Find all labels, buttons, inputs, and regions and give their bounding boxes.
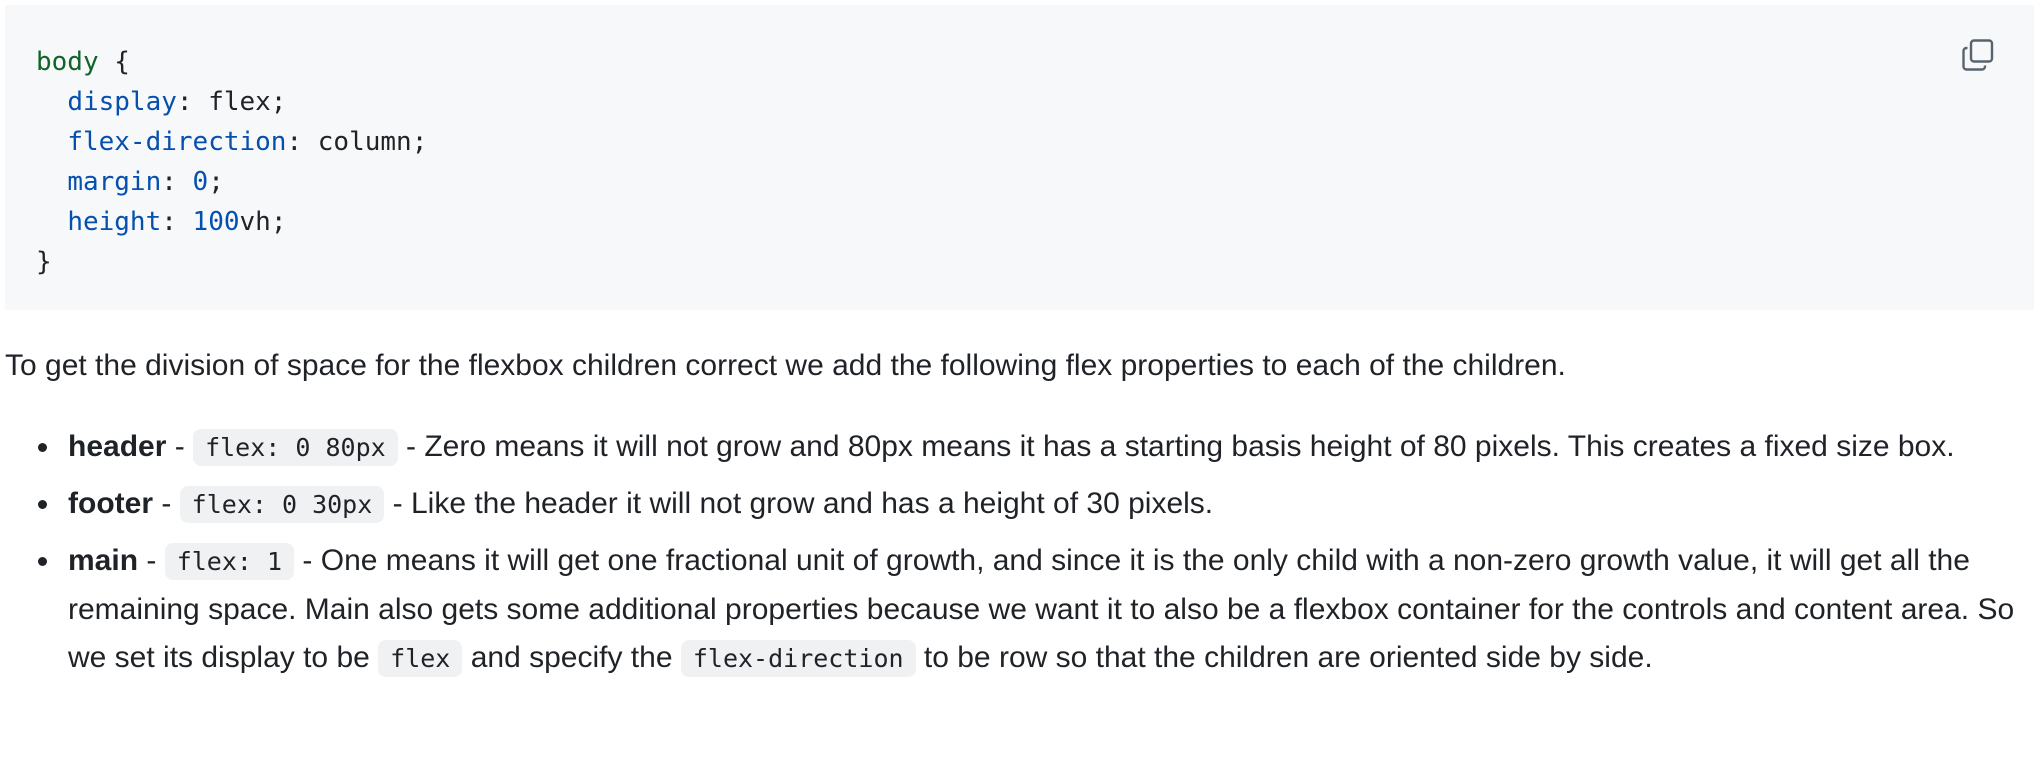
- code-line: margin: 0;: [36, 167, 224, 197]
- separator: -: [153, 487, 180, 520]
- code-token: : flex;: [176, 87, 287, 117]
- code-content: body { display: flex; flex-direction: co…: [36, 42, 427, 282]
- inline-code: flex: 0 30px: [179, 486, 385, 523]
- code-token: display: [67, 87, 177, 117]
- code-token: body: [36, 47, 99, 77]
- item-description: and specify the: [462, 641, 681, 674]
- inline-code: flex: [378, 640, 463, 677]
- code-line: }: [36, 247, 52, 277]
- inline-code: flex: 0 80px: [193, 429, 398, 466]
- code-token: :: [161, 167, 193, 197]
- item-description: to be row so that the children are orien…: [915, 641, 1653, 674]
- code-token: :: [161, 207, 193, 237]
- separator: -: [294, 544, 321, 577]
- code-token: ;: [208, 167, 224, 197]
- item-description: Zero means it will not grow and 80px mea…: [424, 430, 1955, 463]
- inline-code: flex: 1: [164, 543, 295, 580]
- code-token: height: [67, 207, 162, 237]
- code-token: margin: [67, 167, 162, 197]
- code-token: }: [36, 247, 52, 277]
- code-token: 0: [192, 167, 209, 197]
- code-token: vh;: [239, 207, 287, 237]
- code-token: {: [98, 47, 130, 77]
- separator: -: [138, 544, 165, 577]
- code-block: body { display: flex; flex-direction: co…: [5, 5, 2034, 310]
- code-line: body {: [36, 47, 130, 77]
- code-line: flex-direction: column;: [36, 127, 427, 157]
- code-token: 100: [192, 207, 240, 237]
- intro-paragraph: To get the division of space for the fle…: [5, 349, 1566, 382]
- code-line: display: flex;: [36, 87, 286, 117]
- item-description: Like the header it will not grow and has…: [410, 487, 1214, 520]
- list-item-main: main - flex: 1 - One means it will get o…: [38, 537, 2042, 683]
- copy-icon: [1962, 39, 1994, 71]
- code-token: flex-direction: [67, 127, 287, 157]
- term-main: main: [68, 544, 139, 577]
- term-footer: footer: [68, 487, 153, 520]
- separator: -: [397, 430, 425, 463]
- list-item-header: header - flex: 0 80px - Zero means it wi…: [38, 423, 2042, 472]
- code-line: height: 100vh;: [36, 207, 286, 237]
- separator: -: [384, 487, 411, 520]
- copy-button[interactable]: [1958, 35, 1998, 75]
- inline-code: flex-direction: [680, 640, 916, 677]
- flex-properties-list: header - flex: 0 80px - Zero means it wi…: [0, 423, 2042, 691]
- list-item-footer: footer - flex: 0 30px - Like the header …: [38, 480, 2042, 529]
- term-header: header: [68, 430, 167, 463]
- code-token: : column;: [286, 127, 428, 157]
- separator: -: [166, 430, 194, 463]
